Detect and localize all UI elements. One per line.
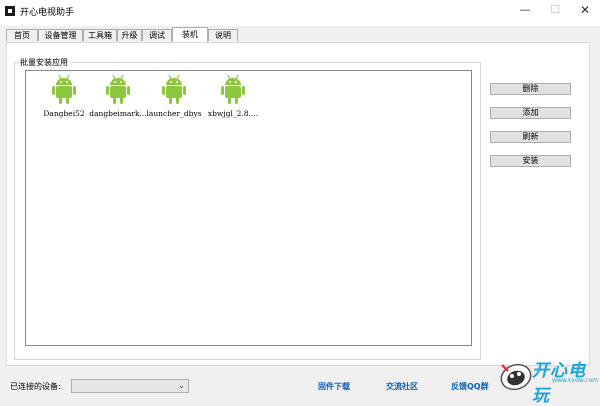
android-icon [162, 74, 186, 104]
list-item[interactable]: launcher_dbys [140, 74, 208, 118]
tab-upgrade[interactable]: 升级 [117, 29, 142, 41]
delete-button[interactable]: 删除 [490, 83, 571, 95]
tab-toolbox[interactable]: 工具箱 [83, 29, 117, 41]
device-select[interactable]: ⌄ [71, 379, 189, 393]
list-item[interactable]: xbwjgl_2.8.... [199, 74, 267, 118]
brand-logo-url: www.kxdw.com [552, 377, 598, 384]
app-list[interactable]: Dangbei52 dangbeimark... launcher_dbys x… [25, 70, 472, 346]
install-button[interactable]: 安装 [490, 155, 571, 167]
tab-install[interactable]: 装机 [172, 27, 208, 42]
window-title: 开心电视助手 [20, 8, 75, 18]
android-icon [221, 74, 245, 104]
maximize-button[interactable]: ☐ [540, 0, 570, 22]
app-label: xbwjgl_2.8.... [207, 109, 259, 118]
group-title: 批量安装应用 [18, 57, 70, 68]
feedback-qq-link[interactable]: 反馈QQ群 [451, 381, 489, 392]
connected-device-label: 已连接的设备: [10, 382, 61, 391]
app-logo-icon [5, 6, 15, 16]
chevron-down-icon: ⌄ [178, 381, 185, 390]
firmware-download-link[interactable]: 固件下载 [318, 381, 350, 392]
android-icon [106, 74, 130, 104]
app-label: launcher_dbys [146, 109, 202, 118]
minimize-button[interactable]: — [510, 0, 540, 22]
tab-help[interactable]: 说明 [208, 29, 238, 41]
android-icon [52, 74, 76, 104]
refresh-button[interactable]: 刷新 [490, 131, 571, 143]
add-button[interactable]: 添加 [490, 107, 571, 119]
tab-debug[interactable]: 调试 [142, 29, 172, 41]
title-bar: 开心电视助手 — ☐ ✕ [0, 0, 600, 26]
community-link[interactable]: 交流社区 [386, 381, 418, 392]
tab-device-management[interactable]: 设备管理 [38, 29, 83, 41]
close-button[interactable]: ✕ [570, 0, 600, 22]
tab-home[interactable]: 首页 [6, 29, 38, 41]
